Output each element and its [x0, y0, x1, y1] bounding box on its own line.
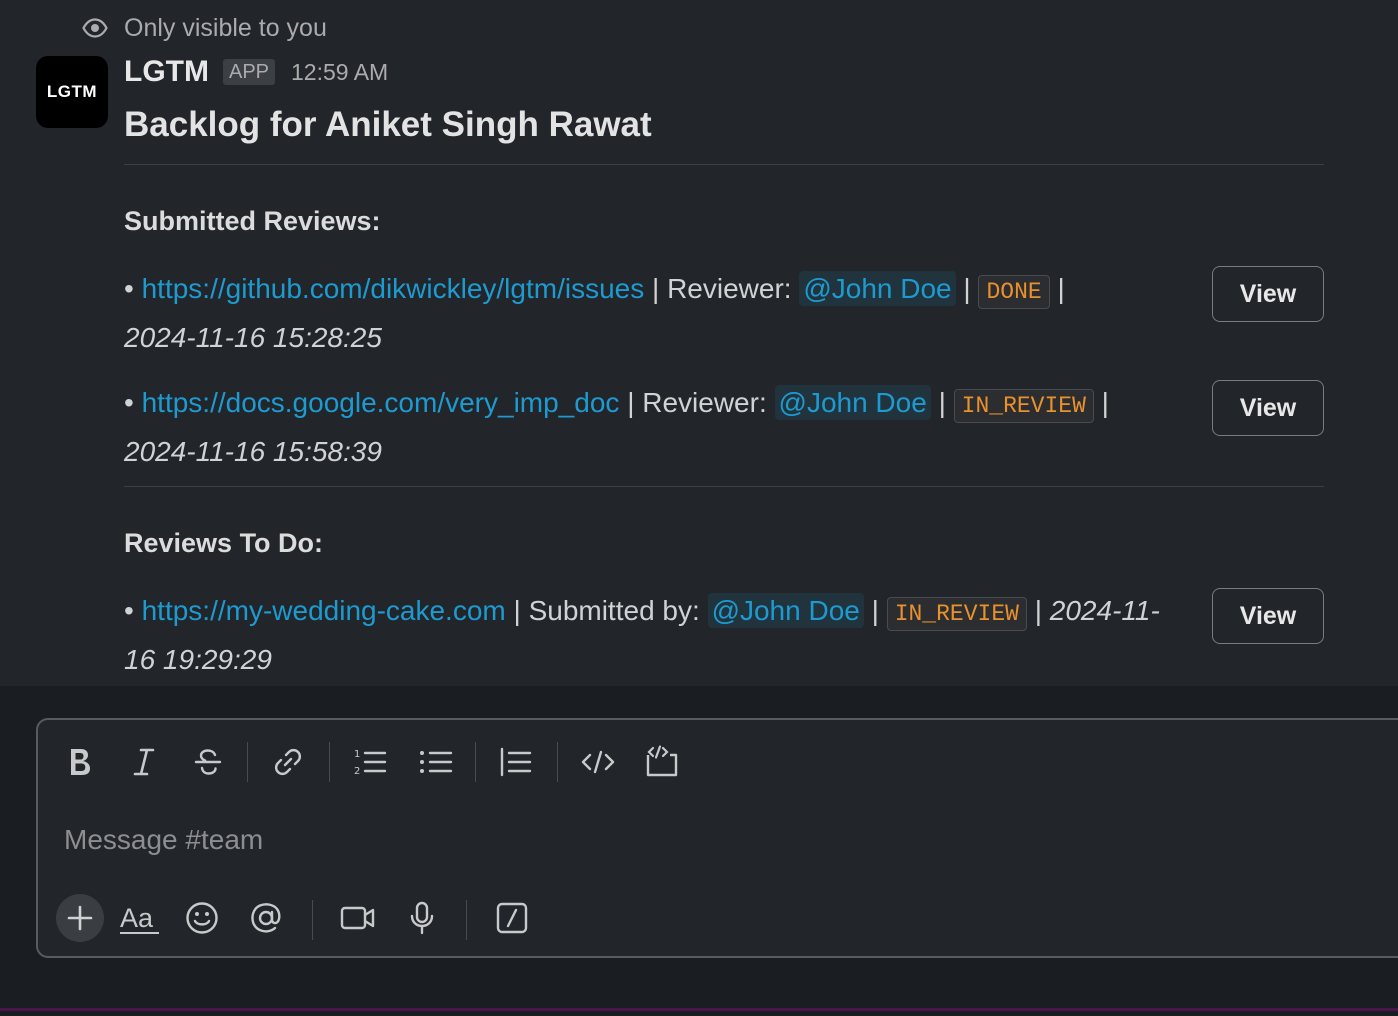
plus-icon[interactable] — [56, 894, 104, 942]
submitter-label: | Submitted by: — [513, 595, 700, 626]
bullet: • — [124, 273, 134, 304]
review-link[interactable]: https://docs.google.com/very_imp_doc — [142, 387, 620, 418]
separator: | — [938, 387, 946, 418]
toolbar-separator — [557, 742, 558, 782]
app-avatar[interactable]: LGTM — [36, 56, 108, 128]
ephemeral-notice: Only visible to you — [82, 12, 327, 44]
review-date: 2024-11-16 15:28:25 — [124, 322, 382, 353]
user-mention[interactable]: @John Doe — [799, 271, 956, 306]
reviewer-label: | Reviewer: — [627, 387, 767, 418]
toolbar-separator — [312, 900, 313, 940]
status-badge: IN_REVIEW — [886, 597, 1027, 631]
blockquote-icon[interactable] — [494, 740, 538, 784]
toolbar-separator — [466, 900, 467, 940]
toolbar-separator — [329, 742, 330, 782]
strikethrough-icon[interactable] — [186, 740, 230, 784]
window-bottom-border — [0, 1008, 1398, 1011]
view-button[interactable]: View — [1212, 380, 1324, 436]
reviewer-label: | Reviewer: — [652, 273, 792, 304]
bulleted-list-icon[interactable] — [414, 740, 458, 784]
toolbar-separator — [247, 742, 248, 782]
divider — [124, 164, 1324, 165]
emoji-icon[interactable] — [180, 896, 224, 940]
status-badge: DONE — [978, 275, 1050, 309]
status-badge: IN_REVIEW — [953, 389, 1094, 423]
user-mention[interactable]: @John Doe — [707, 593, 864, 628]
todo-item: • https://my-wedding-cake.com | Submitte… — [124, 588, 1190, 683]
italic-icon[interactable] — [122, 740, 166, 784]
code-icon[interactable] — [576, 740, 620, 784]
separator: | — [871, 595, 879, 626]
sender-name[interactable]: LGTM — [124, 55, 209, 89]
toolbar-separator — [475, 742, 476, 782]
message-input-placeholder[interactable]: Message #team — [64, 820, 263, 860]
message-timestamp[interactable]: 12:59 AM — [291, 59, 388, 86]
review-item: • https://github.com/dikwickley/lgtm/iss… — [124, 266, 1190, 361]
video-icon[interactable] — [336, 896, 380, 940]
message-title: Backlog for Aniket Singh Rawat — [124, 105, 652, 144]
numbered-list-icon[interactable]: 12 — [348, 740, 392, 784]
svg-text:1: 1 — [354, 749, 360, 760]
bold-icon[interactable] — [58, 740, 102, 784]
link-icon[interactable] — [266, 740, 310, 784]
avatar-text: LGTM — [46, 82, 98, 101]
review-link[interactable]: https://github.com/dikwickley/lgtm/issue… — [142, 273, 645, 304]
review-link[interactable]: https://my-wedding-cake.com — [142, 595, 506, 626]
message-header: LGTM APP 12:59 AM — [124, 52, 388, 92]
review-date: 2024-11-16 15:58:39 — [124, 436, 382, 467]
separator: | — [1057, 273, 1065, 304]
message-area: Only visible to you LGTM LGTM APP 12:59 … — [0, 0, 1398, 686]
submitted-reviews-heading: Submitted Reviews: — [124, 206, 381, 236]
divider — [124, 486, 1324, 487]
mention-icon[interactable] — [244, 896, 288, 940]
bullet: • — [124, 387, 134, 418]
bullet: • — [124, 595, 134, 626]
shortcuts-icon[interactable] — [490, 896, 534, 940]
message-composer[interactable]: 12 Message #team Aa — [36, 718, 1398, 958]
text-formatting-icon[interactable]: Aa — [118, 896, 162, 940]
reviews-todo-heading: Reviews To Do: — [124, 528, 324, 558]
svg-text:Aa: Aa — [120, 903, 154, 933]
separator: | — [1101, 387, 1109, 418]
svg-text:2: 2 — [354, 766, 360, 777]
user-mention[interactable]: @John Doe — [774, 385, 931, 420]
review-item: • https://docs.google.com/very_imp_doc |… — [124, 380, 1190, 475]
view-button[interactable]: View — [1212, 588, 1324, 644]
separator: | — [1034, 595, 1042, 626]
eye-icon — [82, 18, 108, 38]
ephemeral-label: Only visible to you — [124, 13, 327, 42]
microphone-icon[interactable] — [400, 896, 444, 940]
separator: | — [963, 273, 971, 304]
view-button[interactable]: View — [1212, 266, 1324, 322]
code-block-icon[interactable] — [640, 740, 684, 784]
app-badge: APP — [222, 59, 276, 85]
